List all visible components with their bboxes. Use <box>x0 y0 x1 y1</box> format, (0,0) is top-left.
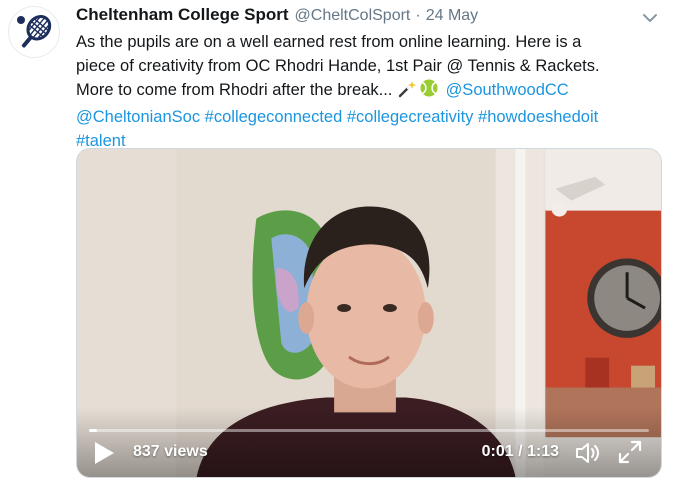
avatar[interactable] <box>8 6 60 58</box>
expand-icon <box>618 440 642 464</box>
view-count: 837 views <box>133 443 208 460</box>
mention-link[interactable]: @SouthwoodCC <box>446 81 569 99</box>
duration: 1:13 <box>526 443 559 460</box>
tweet-line: @CheltonianSoc #collegeconnected #colleg… <box>76 105 656 129</box>
volume-button[interactable] <box>573 439 601 467</box>
magic-wand-icon <box>397 80 417 105</box>
mention-link[interactable]: @CheltonianSoc <box>76 108 200 126</box>
tennis-racket-icon <box>17 15 52 48</box>
tweet-date[interactable]: 24 May <box>426 7 478 25</box>
video-progress-bar[interactable] <box>89 429 649 432</box>
chevron-down-icon <box>643 14 657 22</box>
tweet-line: As the pupils are on a well earned rest … <box>76 33 582 51</box>
tweet-line: More to come from Rhodri after the break… <box>76 78 656 105</box>
play-icon <box>95 442 114 464</box>
tweet-text: As the pupils are on a well earned rest … <box>76 30 656 153</box>
tennis-ball-icon <box>419 78 439 105</box>
tweet-card[interactable]: Cheltenham College Sport @CheltColSport … <box>0 0 678 490</box>
header-separator: · <box>415 7 421 24</box>
speaker-icon <box>576 443 599 463</box>
tweet-line: piece of creativity from OC Rhodri Hande… <box>76 57 600 75</box>
hashtag-link[interactable]: #collegeconnected <box>205 108 343 126</box>
video-controls: 837 views 0:01 / 1:13 <box>77 407 661 477</box>
video-player[interactable]: 837 views 0:01 / 1:13 <box>76 148 662 478</box>
tweet-line-text: More to come from Rhodri after the break… <box>76 81 397 99</box>
hashtag-link[interactable]: #howdoeshedoit <box>478 108 598 126</box>
video-progress-fill <box>89 429 97 432</box>
tweet-header: Cheltenham College Sport @CheltColSport … <box>76 5 638 27</box>
video-time: 0:01 / 1:13 <box>482 443 559 461</box>
fullscreen-button[interactable] <box>617 439 643 465</box>
hashtag-link[interactable]: #collegecreativity <box>347 108 474 126</box>
time-separator: / <box>513 443 527 460</box>
current-time: 0:01 <box>481 443 514 460</box>
author-name[interactable]: Cheltenham College Sport <box>76 5 289 25</box>
author-handle[interactable]: @CheltColSport <box>295 7 411 25</box>
more-options-button[interactable] <box>640 8 660 28</box>
play-button[interactable] <box>93 441 115 465</box>
